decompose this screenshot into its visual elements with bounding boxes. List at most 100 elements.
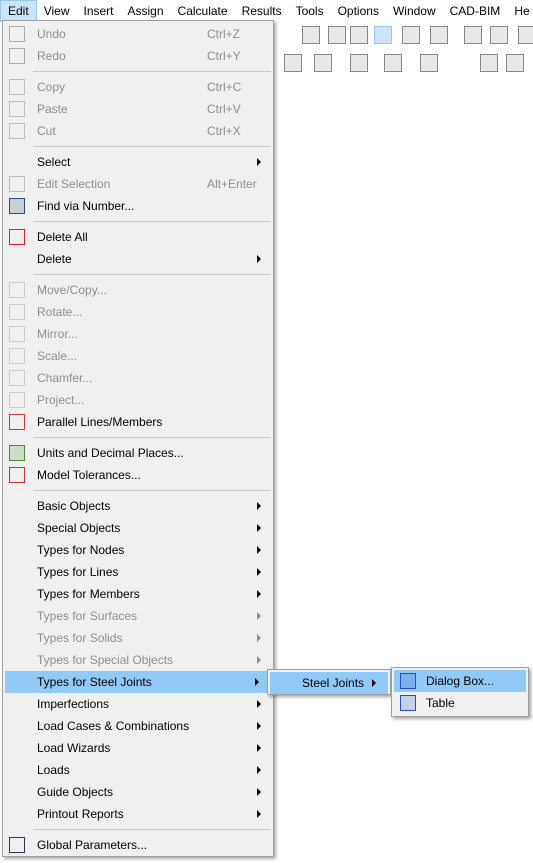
submenu-arrow-icon <box>372 679 376 687</box>
menu-item-types-for-surfaces[interactable]: Types for Surfaces <box>3 605 273 627</box>
menu-item-load-cases-combinations[interactable]: Load Cases & Combinations <box>3 715 273 737</box>
menu-item-label: Find via Number... <box>37 199 135 213</box>
tolerances-icon <box>9 467 25 483</box>
menu-item-label: Copy <box>37 80 66 94</box>
menu-item-types-for-steel-joints[interactable]: Types for Steel Joints <box>5 671 271 693</box>
toolbar-button[interactable] <box>490 26 508 44</box>
toolbar-button[interactable] <box>314 54 332 72</box>
undo-icon <box>9 26 25 42</box>
toolbar-button[interactable] <box>506 54 524 72</box>
submenu-arrow-icon <box>257 788 261 796</box>
menu-options[interactable]: Options <box>331 0 386 22</box>
menu-assign[interactable]: Assign <box>121 0 171 22</box>
toolbar-button[interactable] <box>284 54 302 72</box>
menu-he[interactable]: He <box>507 0 533 22</box>
menu-item-label: Units and Decimal Places... <box>37 446 184 460</box>
menu-separator <box>3 486 273 495</box>
menu-cad-bim[interactable]: CAD-BIM <box>443 0 508 22</box>
menu-separator <box>3 217 273 226</box>
menu-item-basic-objects[interactable]: Basic Objects <box>3 495 273 517</box>
menu-item-label: Types for Special Objects <box>37 653 174 667</box>
menu-item-label: Load Wizards <box>37 741 111 755</box>
toolbar-button[interactable] <box>402 26 420 44</box>
mirror-icon <box>9 326 25 342</box>
units-icon <box>9 445 25 461</box>
menu-item-edit-selection[interactable]: Edit Selection Alt+Enter <box>3 173 273 195</box>
menu-item-cut[interactable]: Cut Ctrl+X <box>3 120 273 142</box>
submenu-arrow-icon <box>257 568 261 576</box>
menu-item-types-for-solids[interactable]: Types for Solids <box>3 627 273 649</box>
menu-view[interactable]: View <box>37 0 77 22</box>
menu-item-parallel-lines-members[interactable]: Parallel Lines/Members <box>3 411 273 433</box>
menu-item-project[interactable]: Project... <box>3 389 273 411</box>
menu-item-units-and-decimal-places[interactable]: Units and Decimal Places... <box>3 442 273 464</box>
menu-item-label: Select <box>37 155 71 169</box>
menu-results[interactable]: Results <box>235 0 289 22</box>
toolbar-button[interactable] <box>350 54 368 72</box>
menu-item-table[interactable]: Table <box>394 692 526 714</box>
submenu-arrow-icon <box>257 524 261 532</box>
menu-item-label: Undo <box>37 27 66 41</box>
menu-item-label: Parallel Lines/Members <box>37 415 163 429</box>
menu-item-scale[interactable]: Scale... <box>3 345 273 367</box>
menu-item-types-for-nodes[interactable]: Types for Nodes <box>3 539 273 561</box>
menu-item-move-copy[interactable]: Move/Copy... <box>3 279 273 301</box>
menu-item-types-for-lines[interactable]: Types for Lines <box>3 561 273 583</box>
menu-item-chamfer[interactable]: Chamfer... <box>3 367 273 389</box>
toolbar-button[interactable] <box>420 54 438 72</box>
menu-window[interactable]: Window <box>386 0 443 22</box>
menu-calculate[interactable]: Calculate <box>171 0 235 22</box>
toolbar-button[interactable] <box>328 26 346 44</box>
menu-item-label: Guide Objects <box>37 785 114 799</box>
chamfer-icon <box>9 370 25 386</box>
toolbar-button[interactable] <box>302 26 320 44</box>
menu-item-printout-reports[interactable]: Printout Reports <box>3 803 273 825</box>
menu-item-label: Move/Copy... <box>37 283 107 297</box>
menu-item-guide-objects[interactable]: Guide Objects <box>3 781 273 803</box>
menu-item-label: Table <box>426 696 455 710</box>
menu-item-label: Basic Objects <box>37 499 111 513</box>
menu-item-special-objects[interactable]: Special Objects <box>3 517 273 539</box>
shortcut-label: Ctrl+C <box>207 80 242 94</box>
menu-item-loads[interactable]: Loads <box>3 759 273 781</box>
menu-item-dialog-box[interactable]: Dialog Box... <box>394 670 526 692</box>
menu-item-load-wizards[interactable]: Load Wizards <box>3 737 273 759</box>
menu-item-imperfections[interactable]: Imperfections <box>3 693 273 715</box>
menu-tools[interactable]: Tools <box>289 0 331 22</box>
parallel-lines-icon <box>9 414 25 430</box>
dialog-box-icon <box>400 673 416 689</box>
menu-item-undo[interactable]: Undo Ctrl+Z <box>3 23 273 45</box>
toolbar-button[interactable] <box>374 26 392 44</box>
toolbar-button[interactable] <box>384 54 402 72</box>
menu-item-global-parameters[interactable]: Global Parameters... <box>3 834 273 856</box>
menu-item-label: Printout Reports <box>37 807 124 821</box>
paste-icon <box>9 101 25 117</box>
menu-item-types-for-members[interactable]: Types for Members <box>3 583 273 605</box>
submenu-arrow-icon <box>257 766 261 774</box>
toolbar-button[interactable] <box>430 26 448 44</box>
menu-edit[interactable]: Edit <box>0 0 37 22</box>
menu-item-delete-all[interactable]: Delete All <box>3 226 273 248</box>
menu-item-label: Types for Solids <box>37 631 123 645</box>
menu-item-rotate[interactable]: Rotate... <box>3 301 273 323</box>
menu-insert[interactable]: Insert <box>76 0 120 22</box>
menu-item-steel-joints[interactable]: Steel Joints <box>270 672 388 694</box>
menu-item-label: Imperfections <box>37 697 110 711</box>
toolbar-button[interactable] <box>480 54 498 72</box>
toolbar-button[interactable] <box>350 26 368 44</box>
toolbar-button[interactable] <box>518 26 533 44</box>
menu-item-label: Types for Nodes <box>37 543 125 557</box>
menu-item-types-for-special-objects[interactable]: Types for Special Objects <box>3 649 273 671</box>
submenu-arrow-icon <box>257 722 261 730</box>
menu-item-redo[interactable]: Redo Ctrl+Y <box>3 45 273 67</box>
menu-item-delete[interactable]: Delete <box>3 248 273 270</box>
menu-item-model-tolerances[interactable]: Model Tolerances... <box>3 464 273 486</box>
menu-item-find-via-number[interactable]: Find via Number... <box>3 195 273 217</box>
toolbar-button[interactable] <box>464 26 482 44</box>
menu-item-mirror[interactable]: Mirror... <box>3 323 273 345</box>
menu-item-select[interactable]: Select <box>3 151 273 173</box>
menu-item-copy[interactable]: Copy Ctrl+C <box>3 76 273 98</box>
table-icon <box>400 695 416 711</box>
menu-separator <box>3 142 273 151</box>
menu-item-paste[interactable]: Paste Ctrl+V <box>3 98 273 120</box>
